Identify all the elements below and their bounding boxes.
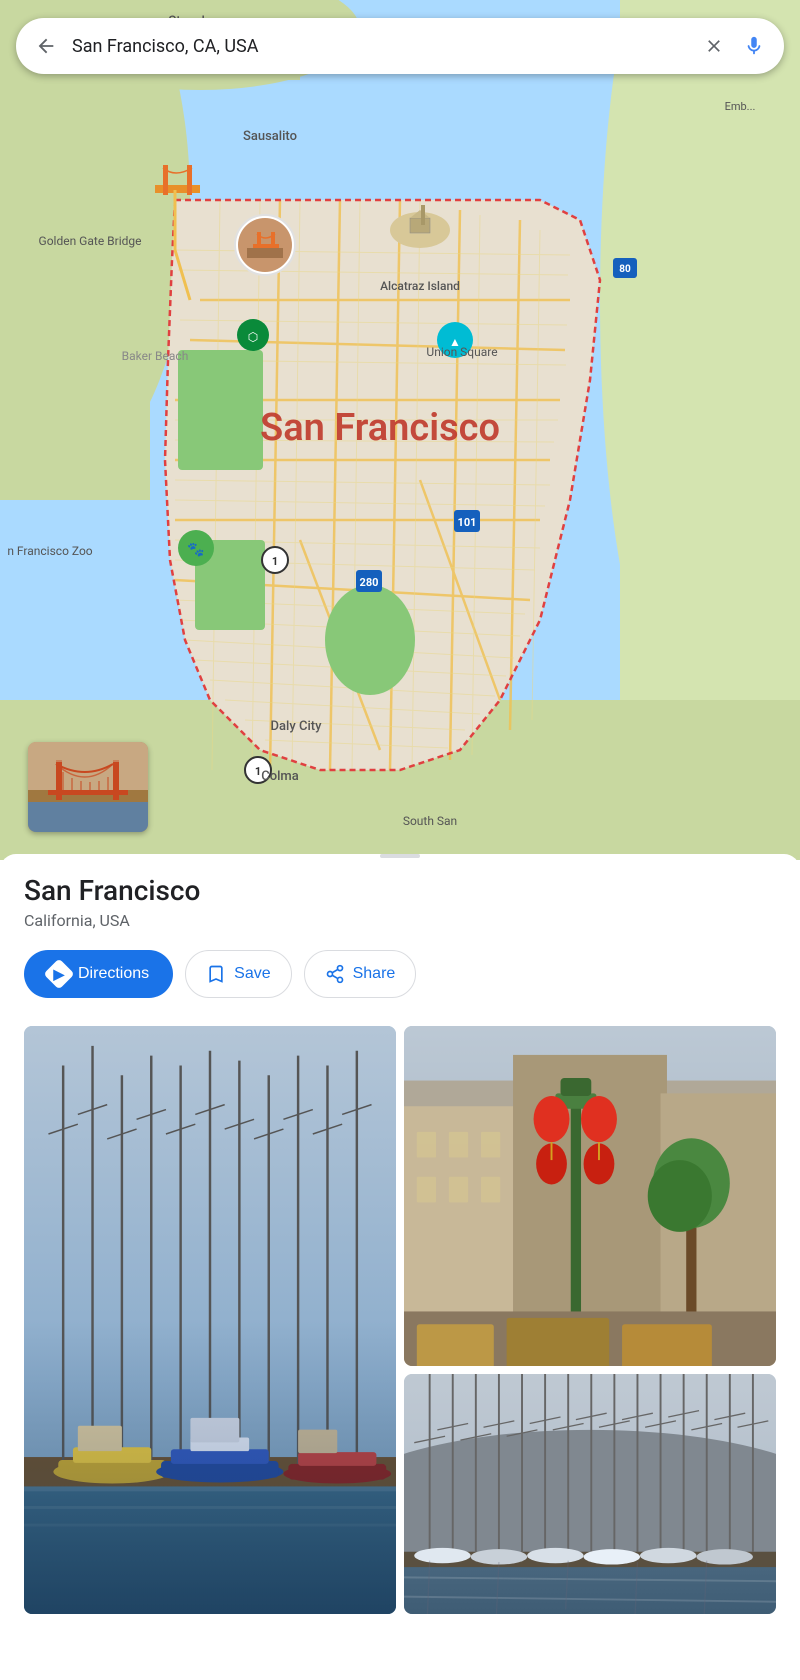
svg-text:1: 1 <box>255 765 261 778</box>
search-bar: San Francisco, CA, USA <box>16 18 784 74</box>
directions-label: Directions <box>78 965 149 983</box>
svg-text:Baker Beach: Baker Beach <box>122 349 189 363</box>
action-buttons: ▶ Directions Save Share <box>24 950 776 998</box>
back-button[interactable] <box>32 32 60 60</box>
directions-button[interactable]: ▶ Directions <box>24 950 173 998</box>
svg-text:San Francisco: San Francisco <box>260 406 500 450</box>
svg-text:80: 80 <box>619 264 631 275</box>
clear-button[interactable] <box>700 32 728 60</box>
bottom-sheet: San Francisco California, USA ▶ Directio… <box>0 854 800 1674</box>
map-view[interactable]: ▲ 🐾 ⬡ 101 280 80 1 1 Strawberry Sausal <box>0 0 800 860</box>
save-button[interactable]: Save <box>185 950 291 998</box>
map-thumbnail[interactable] <box>28 742 148 832</box>
svg-text:101: 101 <box>458 516 477 529</box>
bookmark-icon <box>206 964 226 984</box>
photo-harbor-boats[interactable] <box>24 1026 396 1614</box>
save-label: Save <box>234 965 270 983</box>
svg-text:1: 1 <box>272 555 278 568</box>
share-label: Share <box>353 965 396 983</box>
svg-text:280: 280 <box>360 576 379 589</box>
photo-chinatown[interactable] <box>404 1026 776 1366</box>
svg-text:South San: South San <box>403 814 457 828</box>
mic-button[interactable] <box>740 32 768 60</box>
directions-icon: ▶ <box>43 958 74 989</box>
svg-text:Emb...: Emb... <box>725 100 756 113</box>
svg-text:Golden Gate Bridge: Golden Gate Bridge <box>39 234 142 248</box>
sheet-handle <box>380 854 420 858</box>
svg-text:Union Square: Union Square <box>426 345 497 359</box>
svg-text:n Francisco Zoo: n Francisco Zoo <box>7 544 92 558</box>
svg-text:🐾: 🐾 <box>187 542 204 558</box>
place-subtitle: California, USA <box>24 911 776 930</box>
place-name: San Francisco <box>24 874 776 907</box>
svg-text:⬡: ⬡ <box>248 330 258 344</box>
svg-text:Colma: Colma <box>261 769 299 784</box>
svg-text:Alcatraz Island: Alcatraz Island <box>380 279 460 293</box>
photo-grid <box>24 1026 776 1614</box>
svg-text:Daly City: Daly City <box>271 719 323 734</box>
share-icon <box>325 964 345 984</box>
search-query: San Francisco, CA, USA <box>72 36 688 57</box>
share-button[interactable]: Share <box>304 950 417 998</box>
photo-marina[interactable] <box>404 1374 776 1614</box>
svg-text:Sausalito: Sausalito <box>243 129 297 144</box>
